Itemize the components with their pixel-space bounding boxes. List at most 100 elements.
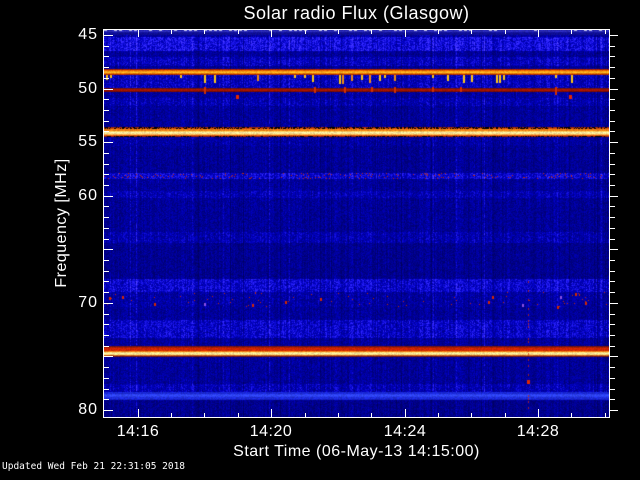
x-axis-major-tick [271,409,272,417]
x-axis-minor-tick [238,413,239,417]
y-axis-minor-tick [610,335,615,336]
y-axis-minor-tick [610,228,615,229]
y-axis-minor-tick [104,346,109,347]
y-axis-minor-tick [104,110,109,111]
y-axis-major-tick [610,410,618,411]
y-axis-major-tick [610,356,618,357]
x-axis-minor-tick [204,30,205,34]
y-axis-minor-tick [104,228,109,229]
x-axis-minor-tick [505,413,506,417]
x-axis-minor-tick [571,30,572,34]
y-axis-minor-tick [610,131,615,132]
x-axis-minor-tick [438,30,439,34]
y-axis-minor-tick [104,164,109,165]
x-axis-minor-tick [605,413,606,417]
x-axis-minor-tick [605,30,606,34]
x-axis-minor-tick [371,413,372,417]
chart-title: Solar radio Flux (Glasgow) [104,3,609,24]
y-axis-minor-tick [104,121,109,122]
update-timestamp: Updated Wed Feb 21 22:31:05 2018 [2,461,185,472]
y-axis-minor-tick [104,399,109,400]
y-axis-major-tick [610,196,618,197]
x-axis-minor-tick [305,413,306,417]
y-axis-major-tick [104,89,113,90]
x-axis-major-tick [538,30,539,37]
y-axis-major-tick [610,35,618,36]
y-axis-minor-tick [104,206,109,207]
y-axis-minor-tick [610,67,615,68]
y-axis-minor-tick [104,67,109,68]
y-axis-major-tick [104,303,113,304]
y-axis-minor-tick [610,46,615,47]
x-axis-minor-tick [438,413,439,417]
y-axis-major-tick [610,142,618,143]
y-tick-label: 50 [40,80,98,98]
y-axis-minor-tick [104,389,109,390]
y-axis-minor-tick [104,314,109,315]
y-axis-minor-tick [104,56,109,57]
y-axis-major-tick [610,89,618,90]
x-tick-label: 14:28 [503,423,573,441]
y-axis-minor-tick [610,206,615,207]
y-tick-label: 45 [40,26,98,44]
x-axis-major-tick [271,30,272,37]
y-axis-major-tick [104,35,113,36]
y-axis-minor-tick [610,239,615,240]
x-axis-label: Start Time (06-May-13 14:15:00) [104,443,609,461]
y-axis-minor-tick [610,292,615,293]
y-axis-minor-tick [104,271,109,272]
y-axis-minor-tick [610,281,615,282]
y-axis-minor-tick [104,217,109,218]
y-axis-minor-tick [610,121,615,122]
y-axis-major-tick [104,249,113,250]
x-axis-minor-tick [471,413,472,417]
y-axis-major-tick [610,249,618,250]
y-axis-minor-tick [104,292,109,293]
y-axis-major-tick [610,303,618,304]
x-axis-minor-tick [371,30,372,34]
x-axis-minor-tick [171,413,172,417]
x-axis-minor-tick [505,30,506,34]
x-axis-minor-tick [204,413,205,417]
y-axis-minor-tick [610,260,615,261]
x-axis-major-tick [405,30,406,37]
y-axis-minor-tick [104,99,109,100]
y-axis-minor-tick [104,78,109,79]
x-tick-label: 14:24 [370,423,440,441]
plot-frame [103,29,610,418]
y-axis-minor-tick [104,260,109,261]
y-axis-major-tick [104,410,113,411]
y-axis-minor-tick [104,367,109,368]
y-tick-label: 80 [40,401,98,419]
y-axis-minor-tick [610,324,615,325]
y-axis-major-tick [104,142,113,143]
x-axis-minor-tick [171,30,172,34]
y-tick-label: 55 [40,133,98,151]
y-axis-minor-tick [610,378,615,379]
x-axis-minor-tick [238,30,239,34]
spectrogram-page: Solar radio Flux (Glasgow) Frequency [MH… [0,0,640,480]
y-axis-minor-tick [610,346,615,347]
y-axis-major-tick [104,196,113,197]
y-axis-minor-tick [104,335,109,336]
y-axis-minor-tick [610,185,615,186]
x-axis-major-tick [138,409,139,417]
y-axis-minor-tick [610,217,615,218]
x-axis-minor-tick [471,30,472,34]
x-axis-minor-tick [338,30,339,34]
spectrogram-canvas [104,30,609,417]
y-axis-minor-tick [610,399,615,400]
y-axis-minor-tick [610,56,615,57]
x-tick-label: 14:16 [103,423,173,441]
x-tick-label: 14:20 [236,423,306,441]
y-axis-minor-tick [610,314,615,315]
y-axis-minor-tick [610,389,615,390]
y-axis-minor-tick [104,185,109,186]
y-axis-minor-tick [610,367,615,368]
y-axis-minor-tick [104,281,109,282]
x-axis-major-tick [405,409,406,417]
x-axis-major-tick [138,30,139,37]
x-axis-minor-tick [305,30,306,34]
y-tick-label: 60 [40,187,98,205]
y-axis-minor-tick [104,174,109,175]
